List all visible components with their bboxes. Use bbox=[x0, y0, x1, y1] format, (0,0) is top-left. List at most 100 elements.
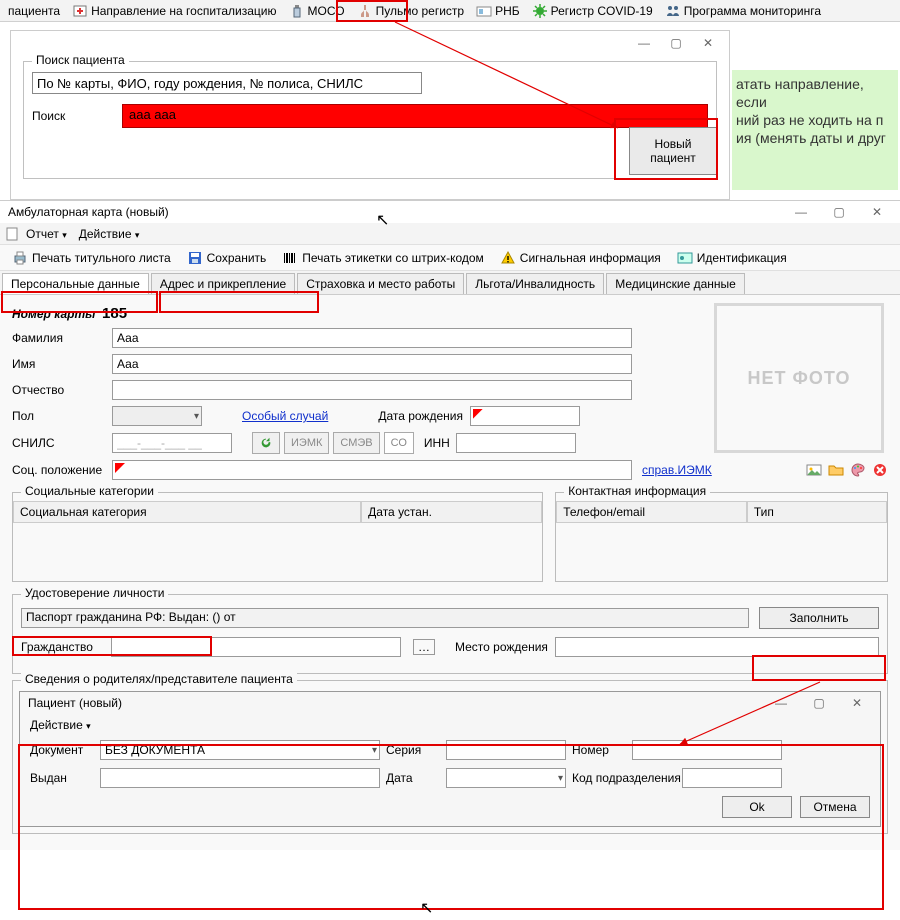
close-button[interactable]: ✕ bbox=[693, 33, 723, 53]
menu-action[interactable]: Действие ▾ bbox=[73, 227, 146, 241]
contact-col1: Телефон/email bbox=[556, 501, 747, 523]
photo-tools bbox=[806, 462, 888, 478]
iemk-btn[interactable]: ИЭМК bbox=[284, 432, 329, 454]
inn-input[interactable] bbox=[456, 433, 576, 453]
birthplace-input[interactable] bbox=[555, 637, 879, 657]
card-no-value: 185 bbox=[102, 305, 127, 322]
social-categories-panel: Социальные категории Социальная категори… bbox=[12, 492, 543, 582]
toolbar-item-monitoring[interactable]: Программа мониторинга bbox=[659, 3, 827, 19]
citizenship-input[interactable] bbox=[111, 637, 401, 657]
menu-bar: Отчет ▾ Действие ▾ bbox=[0, 223, 900, 245]
sd-issued-input[interactable] bbox=[100, 768, 380, 788]
soc-input[interactable] bbox=[112, 460, 632, 480]
so-btn[interactable]: СО bbox=[384, 432, 414, 454]
tab-address[interactable]: Адрес и прикрепление bbox=[151, 273, 295, 294]
tb-ident[interactable]: Идентификация bbox=[669, 250, 795, 266]
parents-panel: Сведения о родителях/представителе пацие… bbox=[12, 680, 888, 834]
smev-btn[interactable]: СМЭВ bbox=[333, 432, 379, 454]
patronymic-input[interactable] bbox=[112, 380, 632, 400]
surname-input[interactable] bbox=[112, 328, 632, 348]
id-title: Удостоверение личности bbox=[21, 586, 168, 600]
tab-personal[interactable]: Персональные данные bbox=[2, 273, 149, 294]
sd-close[interactable]: ✕ bbox=[842, 693, 872, 713]
search-label: Поиск bbox=[32, 109, 122, 123]
ellipsis-btn[interactable]: … bbox=[413, 639, 435, 655]
tab-lgota[interactable]: Льгота/Инвалидность bbox=[466, 273, 604, 294]
menu-report[interactable]: Отчет ▾ bbox=[20, 227, 73, 241]
tb-save[interactable]: Сохранить bbox=[179, 250, 275, 266]
search-window-titlebar: — ▢ ✕ bbox=[11, 31, 729, 55]
search-window: — ▢ ✕ Поиск пациента Поиск ааа ааа Новый… bbox=[10, 30, 730, 200]
soc-col2: Дата устан. bbox=[361, 501, 542, 523]
sex-combo[interactable] bbox=[112, 406, 202, 426]
toolbar-item-covid[interactable]: Регистр COVID-19 bbox=[526, 3, 659, 19]
sd-cancel[interactable]: Отмена bbox=[800, 796, 870, 818]
dob-input[interactable] bbox=[470, 406, 580, 426]
sheet-icon bbox=[4, 226, 20, 242]
sd-series-input[interactable] bbox=[446, 740, 566, 760]
toolbar-item-rnb[interactable]: РНБ bbox=[470, 3, 526, 19]
sd-min[interactable]: — bbox=[766, 693, 796, 713]
toolbar-item-patient[interactable]: пациента bbox=[2, 4, 66, 18]
maximize-button[interactable]: ▢ bbox=[661, 33, 691, 53]
main-minimize[interactable]: — bbox=[786, 202, 816, 222]
sd-max[interactable]: ▢ bbox=[804, 693, 834, 713]
snils-input[interactable] bbox=[112, 433, 232, 453]
search-group-legend: Поиск пациента bbox=[32, 53, 129, 67]
toolbar-item-hospitalization[interactable]: Направление на госпитализацию bbox=[66, 3, 282, 19]
parents-title: Сведения о родителях/представителе пацие… bbox=[21, 672, 297, 686]
tb-print-barcode[interactable]: Печать этикетки со штрих-кодом bbox=[274, 250, 492, 266]
dob-label: Дата рождения bbox=[378, 409, 463, 423]
sd-ok[interactable]: Ok bbox=[722, 796, 792, 818]
delete-icon[interactable] bbox=[872, 462, 888, 478]
special-case-link[interactable]: Особый случай bbox=[242, 409, 328, 423]
tab-med[interactable]: Медицинские данные bbox=[606, 273, 745, 294]
lungs-icon bbox=[357, 3, 373, 19]
save-icon bbox=[187, 250, 203, 266]
fill-button[interactable]: Заполнить bbox=[759, 607, 879, 629]
toolbar-item-pulmo[interactable]: Пульмо регистр bbox=[351, 3, 470, 19]
img-icon[interactable] bbox=[806, 462, 822, 478]
tab-insurance[interactable]: Страховка и место работы bbox=[297, 273, 464, 294]
toolbar: Печать титульного листа Сохранить Печать… bbox=[0, 245, 900, 271]
personal-form: НЕТ ФОТО Номер карты 185 Фамилия Имя Отч… bbox=[0, 295, 900, 850]
bottle-icon bbox=[289, 3, 305, 19]
search-criteria-input[interactable] bbox=[32, 72, 422, 94]
palette-icon[interactable] bbox=[850, 462, 866, 478]
sd-menu[interactable]: Действие ▾ bbox=[30, 718, 91, 732]
new-patient-button[interactable]: Новый пациент bbox=[629, 127, 717, 175]
main-maximize[interactable]: ▢ bbox=[824, 202, 854, 222]
search-group: Поиск пациента Поиск ааа ааа bbox=[23, 61, 717, 179]
contact-panel: Контактная информация Телефон/email Тип bbox=[555, 492, 888, 582]
sd-date-combo[interactable] bbox=[446, 768, 566, 788]
search-value[interactable]: ааа ааа bbox=[122, 104, 708, 128]
surname-label: Фамилия bbox=[12, 331, 112, 345]
name-input[interactable] bbox=[112, 354, 632, 374]
barcode-icon bbox=[282, 250, 298, 266]
card-no-label: Номер карты bbox=[12, 307, 95, 321]
toolbar-item-moso[interactable]: МОСО bbox=[283, 3, 351, 19]
folder-icon[interactable] bbox=[828, 462, 844, 478]
tb-print-title[interactable]: Печать титульного листа bbox=[4, 250, 179, 266]
main-close[interactable]: ✕ bbox=[862, 202, 892, 222]
minimize-button[interactable]: — bbox=[629, 33, 659, 53]
birthplace-label: Место рождения bbox=[455, 640, 548, 654]
photo-placeholder: НЕТ ФОТО bbox=[714, 303, 884, 453]
snils-label: СНИЛС bbox=[12, 436, 112, 450]
sd-number-label: Номер bbox=[572, 743, 632, 757]
printer-icon bbox=[12, 250, 28, 266]
sprav-link[interactable]: справ.ИЭМК bbox=[642, 463, 712, 477]
subdlg-title: Пациент (новый) bbox=[28, 696, 122, 710]
hospital-icon bbox=[72, 3, 88, 19]
virus-icon bbox=[532, 3, 548, 19]
name-label: Имя bbox=[12, 357, 112, 371]
global-toolbar: пациента Направление на госпитализацию М… bbox=[0, 0, 900, 22]
patient-subdialog: Пациент (новый) — ▢ ✕ Действие ▾ Докумен… bbox=[19, 691, 881, 827]
sd-doc-combo[interactable]: БЕЗ ДОКУМЕНТА bbox=[100, 740, 380, 760]
sd-code-input[interactable] bbox=[682, 768, 782, 788]
sd-issued-label: Выдан bbox=[30, 771, 100, 785]
refresh-btn[interactable] bbox=[252, 432, 280, 454]
tb-signal[interactable]: Сигнальная информация bbox=[492, 250, 669, 266]
sd-number-input[interactable] bbox=[632, 740, 782, 760]
id-panel: Удостоверение личности Паспорт гражданин… bbox=[12, 594, 888, 674]
